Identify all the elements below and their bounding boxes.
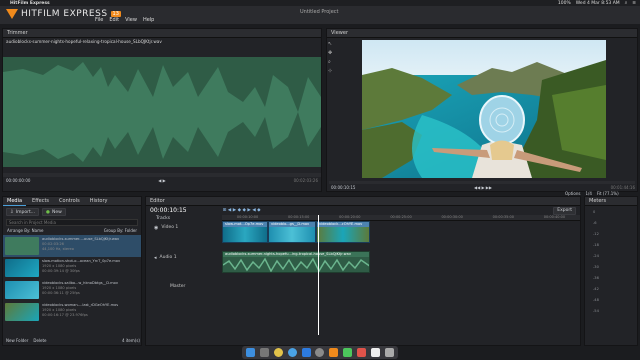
hitfilm-icon[interactable]: [329, 348, 339, 357]
menu-edit[interactable]: Edit: [109, 17, 119, 23]
viewer-header: Viewer: [327, 29, 637, 38]
video-thumb-2: [5, 281, 39, 299]
trimmer-timecode-end: 00:02:03:26: [293, 178, 318, 183]
messages-icon[interactable]: [343, 348, 353, 357]
speaker-icon[interactable]: ◂: [154, 255, 157, 261]
viewer-transport-icon[interactable]: ◀◀ ▶ ▶▶: [474, 185, 492, 190]
meters-panel: Meters 0 -6 -12 -18 -24 -30 -36 -42 -48 …: [584, 196, 638, 346]
trimmer-filename: audioblocks-summer-nights-hopeful-relaxi…: [6, 39, 162, 44]
editor-timecode[interactable]: 00:00:10:15: [150, 207, 187, 214]
tab-media[interactable]: Media: [3, 197, 27, 206]
video-thumb-3: [5, 303, 39, 321]
trimmer-panel: Trimmer audioblocks-summer-nights-hopefu…: [2, 28, 322, 192]
media-search-input[interactable]: Search in Project Media: [6, 219, 138, 226]
viewer-toolbar: ↖ ✥ ⌕ ⊹: [328, 41, 334, 74]
editor-title: Editor: [150, 198, 165, 204]
trimmer-play-icon[interactable]: ◀ ▶: [158, 178, 165, 183]
system-app-name[interactable]: HitFilm Express: [10, 1, 50, 6]
zoom-tool-icon[interactable]: ⌕: [328, 59, 334, 65]
safari-icon[interactable]: [287, 348, 297, 357]
trimmer-header: Trimmer: [3, 29, 321, 38]
trimmer-waveform[interactable]: [3, 57, 321, 167]
delete-button[interactable]: Delete: [33, 338, 46, 343]
import-button[interactable]: ⇩ Import...: [6, 208, 40, 216]
chrome-icon[interactable]: [274, 348, 284, 357]
video-clip-1[interactable]: slow-mot...Op7e.mov: [222, 221, 268, 243]
media-list: audioblocks-summer-...ouse_SLbQJKtjr.wav…: [3, 235, 141, 323]
video-clip-2[interactable]: videoblo...gs__D.mov: [268, 221, 316, 243]
import-icon: ⇩: [10, 209, 14, 215]
export-button[interactable]: Export: [553, 206, 576, 215]
viewer-scrubbar[interactable]: [329, 181, 635, 184]
media-item-video-3[interactable]: videoblocks-woman-...last_rDGeOhYE.mov 19…: [3, 301, 141, 323]
meters-title: Meters: [589, 198, 607, 204]
audio-thumb: [5, 237, 39, 255]
viewer-video-frame[interactable]: [362, 40, 606, 178]
track-video-1: ◉ Video 1: [154, 225, 179, 231]
viewer-panel: Viewer ↖ ✥ ⌕ ⊹ 00:00:10:15 ◀◀ ▶ ▶▶ 00:01…: [326, 28, 638, 196]
video-clip-3[interactable]: videoblock...cOhYE.mov: [316, 221, 370, 243]
window-title: Untitled Project: [300, 9, 339, 15]
audio-waveform: [223, 257, 369, 272]
video-thumb-1: [5, 259, 39, 277]
media-item-video-2[interactable]: videoblocks-sailbo...w_hknoDbtgs__D.mov 1…: [3, 279, 141, 301]
tab-history[interactable]: History: [86, 197, 112, 206]
clock-label[interactable]: Wed 4 Mar 8:53 AM: [576, 1, 620, 6]
audio-clip[interactable]: audioblocks-summer-nights-hopefu...ing-t…: [222, 251, 370, 273]
menu-icon[interactable]: ≡: [632, 1, 636, 6]
group-by-select[interactable]: Group By: Folder: [104, 228, 137, 233]
arrow-tool-icon[interactable]: ↖: [328, 41, 334, 47]
playhead[interactable]: [318, 215, 319, 335]
media-item-audio[interactable]: audioblocks-summer-...ouse_SLbQJKtjr.wav…: [3, 235, 141, 257]
new-button[interactable]: ● New: [42, 208, 66, 216]
tab-effects[interactable]: Effects: [28, 197, 53, 206]
visibility-icon[interactable]: ◉: [154, 225, 158, 231]
media-item-video-1[interactable]: slow-motion-shot-o...ocean_YrcT_0p7e.mov…: [3, 257, 141, 279]
photos-icon[interactable]: [356, 348, 366, 357]
launchpad-icon[interactable]: [260, 348, 270, 357]
arrange-by-select[interactable]: Arrange By: Name: [7, 228, 43, 233]
finder-icon[interactable]: [246, 348, 256, 357]
trimmer-timecode-start: 00:00:00:00: [6, 178, 31, 183]
editor-panel: Editor 00:00:10:15 ⊞ ◀ ▶ ◆ ◆ ▶ ◀ ◆ Expor…: [145, 196, 581, 346]
appstore-icon[interactable]: [301, 348, 311, 357]
meters-header: Meters: [585, 197, 637, 206]
menu-file[interactable]: File: [95, 17, 103, 23]
settings-icon[interactable]: [315, 348, 325, 357]
item-count: 4 item(s): [121, 338, 140, 343]
calendar-icon[interactable]: [370, 348, 380, 357]
editor-tools-icon[interactable]: ⊞ ◀ ▶ ◆ ◆ ▶ ◀ ◆: [223, 208, 261, 213]
tracks-label: Tracks: [156, 215, 171, 221]
new-icon: ●: [46, 209, 50, 215]
meter-scale: 0 -6 -12 -18 -24 -30 -36 -42 -48 -54: [593, 210, 599, 313]
menu-help[interactable]: Help: [143, 17, 154, 23]
trimmer-title: Trimmer: [7, 30, 28, 36]
editor-header: Editor: [146, 197, 580, 206]
battery-label[interactable]: 100%: [558, 1, 571, 6]
app-menu: File Edit View Help: [95, 17, 154, 23]
new-folder-button[interactable]: New Folder: [6, 338, 28, 343]
hand-tool-icon[interactable]: ✥: [328, 50, 334, 56]
viewer-timecode-start: 00:00:10:15: [331, 185, 356, 190]
media-tabs: Media Effects Controls History: [3, 197, 141, 206]
viewer-timecode-end: 00:01:44:16: [610, 185, 635, 190]
viewer-title: Viewer: [331, 30, 348, 36]
menu-view[interactable]: View: [125, 17, 137, 23]
master-track: Master: [170, 284, 186, 289]
media-panel: Media Effects Controls History ⇩ Import..…: [2, 196, 142, 346]
tab-controls[interactable]: Controls: [55, 197, 84, 206]
trash-icon[interactable]: [384, 348, 394, 357]
hitfilm-logo-icon: [6, 9, 18, 19]
macos-dock: [242, 346, 398, 359]
track-audio-1: ◂ Audio 1: [154, 255, 177, 261]
transform-tool-icon[interactable]: ⊹: [328, 68, 334, 74]
